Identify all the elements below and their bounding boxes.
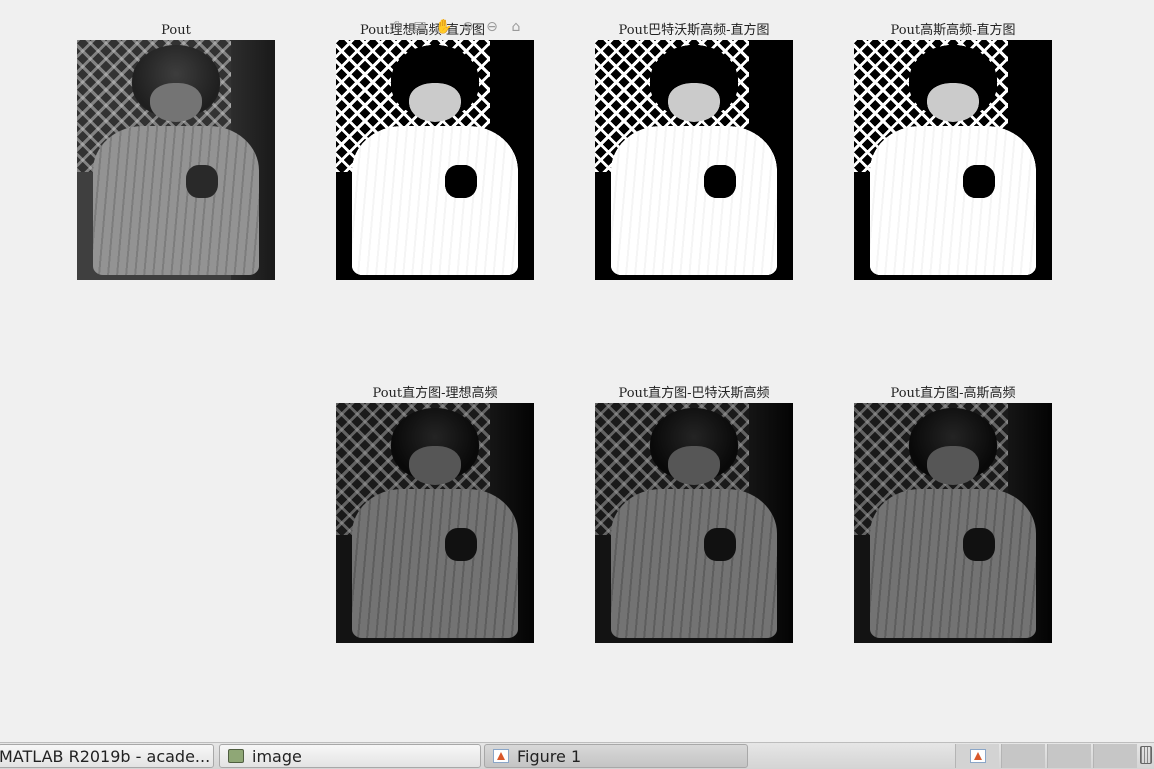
image-pout-hist-gaussian-hp[interactable]	[854, 403, 1052, 643]
subplot-title: Pout直方图-理想高频	[372, 386, 498, 401]
subplot-title: Pout高斯高频-直方图	[890, 23, 1016, 38]
image-pout-ideal-hp-hist[interactable]	[336, 40, 534, 280]
workspace-switcher-2[interactable]	[1001, 744, 1045, 768]
image-pout-hist-butterworth-hp[interactable]	[595, 403, 793, 643]
subplot-gaussian-hp-hist: Pout高斯高频-直方图	[854, 22, 1052, 280]
subplot-hist-butterworth-hp: Pout直方图-巴特沃斯高频	[595, 385, 793, 643]
zoom-in-icon[interactable]: ⊕	[458, 17, 478, 37]
workspace-switcher-4[interactable]	[1093, 744, 1137, 768]
subplot-title: Pout	[161, 23, 191, 38]
subplot-hist-ideal-hp: Pout直方图-理想高频	[336, 385, 534, 643]
subplot-original: Pout	[77, 22, 275, 280]
figure-window: Pout Pout理想高频-直方图 Pout巴特沃斯高频-直方图 Pout高斯高…	[0, 0, 1154, 742]
subplot-title: Pout直方图-高斯高频	[890, 386, 1016, 401]
taskbar-item-figure1[interactable]: Figure 1	[484, 744, 748, 768]
matlab-icon	[969, 749, 986, 763]
image-pout-hist-ideal-hp[interactable]	[336, 403, 534, 643]
taskbar-item-image-folder[interactable]: image	[219, 744, 481, 768]
subplot-title: Pout巴特沃斯高频-直方图	[618, 23, 770, 38]
taskbar-item-matlab[interactable]: MATLAB R2019b - acade...	[0, 744, 214, 768]
taskbar: MATLAB R2019b - acade... image Figure 1	[0, 742, 1154, 769]
taskbar-item-label: MATLAB R2019b - acade...	[0, 746, 211, 766]
axes-toolbar: ⎙ ▤ ✋ ⊕ ⊖ ⌂	[386, 17, 526, 37]
workspace-switcher-1[interactable]	[955, 744, 999, 768]
home-icon[interactable]: ⌂	[506, 17, 526, 37]
subplot-title: Pout直方图-巴特沃斯高频	[618, 386, 770, 401]
brush-icon[interactable]: ▤	[410, 17, 430, 37]
pan-icon[interactable]: ✋	[434, 17, 454, 37]
workspace-switcher-3[interactable]	[1047, 744, 1091, 768]
subplot-butterworth-hp-hist: Pout巴特沃斯高频-直方图	[595, 22, 793, 280]
folder-icon	[228, 749, 244, 763]
subplot-hist-gaussian-hp: Pout直方图-高斯高频	[854, 385, 1052, 643]
trash-icon[interactable]	[1140, 746, 1152, 764]
zoom-out-icon[interactable]: ⊖	[482, 17, 502, 37]
image-pout-original[interactable]	[77, 40, 275, 280]
matlab-icon	[493, 749, 509, 763]
taskbar-item-label: Figure 1	[517, 746, 582, 766]
taskbar-item-label: image	[252, 746, 302, 766]
image-pout-gaussian-hp-hist[interactable]	[854, 40, 1052, 280]
export-icon[interactable]: ⎙	[386, 17, 406, 37]
image-pout-butterworth-hp-hist[interactable]	[595, 40, 793, 280]
subplot-ideal-hp-hist: Pout理想高频-直方图	[336, 22, 534, 280]
